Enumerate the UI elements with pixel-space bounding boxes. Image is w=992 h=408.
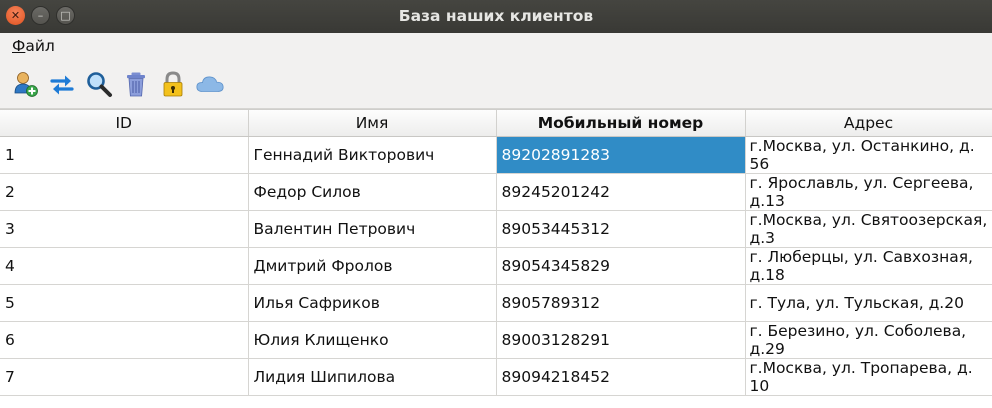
column-header-address[interactable]: Адрес — [745, 110, 992, 137]
cell-phone[interactable]: 89003128291 — [496, 321, 746, 359]
column-header-id[interactable]: ID — [0, 110, 249, 137]
cell-name[interactable]: Федор Силов — [248, 173, 497, 211]
add-client-button[interactable] — [10, 69, 40, 99]
toolbar — [0, 59, 992, 109]
cell-phone[interactable]: 89245201242 — [496, 173, 746, 211]
cell-id[interactable]: 6 — [0, 321, 249, 359]
cell-name[interactable]: Лидия Шипилова — [248, 358, 497, 396]
cell-address[interactable]: г. Люберцы, ул. Савхозная, д.18 — [745, 247, 992, 285]
cell-name[interactable]: Геннадий Викторович — [248, 136, 497, 174]
add-user-icon — [14, 71, 38, 97]
table-row: 6 Юлия Клищенко 89003128291 г. Березино,… — [0, 321, 992, 359]
table-row: 7 Лидия Шипилова 89094218452 г.Москва, у… — [0, 358, 992, 396]
lock-icon — [163, 70, 183, 96]
cell-id[interactable]: 7 — [0, 358, 249, 396]
cell-id[interactable]: 4 — [0, 247, 249, 285]
table-row: 5 Илья Сафриков 8905789312 г. Тула, ул. … — [0, 284, 992, 322]
search-button[interactable] — [84, 69, 114, 99]
cell-phone[interactable]: 8905789312 — [496, 284, 746, 322]
menu-file-label: айл — [25, 37, 55, 55]
cell-phone[interactable]: 89053445312 — [496, 210, 746, 248]
clients-table: ID Имя Мобильный номер Адрес 1 Геннадий … — [0, 110, 992, 396]
cell-id[interactable]: 5 — [0, 284, 249, 322]
window-title: База наших клиентов — [398, 7, 594, 25]
cell-address[interactable]: г.Москва, ул. Святоозерская, д.3 — [745, 210, 992, 248]
delete-button[interactable] — [121, 69, 151, 99]
cell-id[interactable]: 2 — [0, 173, 249, 211]
column-header-phone[interactable]: Мобильный номер — [496, 110, 746, 137]
cell-id[interactable]: 3 — [0, 210, 249, 248]
cell-address[interactable]: г.Москва, ул. Тропарева, д. 10 — [745, 358, 992, 396]
search-icon — [87, 71, 112, 97]
menu-file-mnemonic: Ф — [12, 37, 26, 55]
cell-name[interactable]: Дмитрий Фролов — [248, 247, 497, 285]
title-bar: ✕ – □ База наших клиентов — [0, 0, 992, 33]
refresh-icon — [50, 75, 74, 94]
table-row: 3 Валентин Петрович 89053445312 г.Москва… — [0, 210, 992, 248]
cell-phone[interactable]: 89054345829 — [496, 247, 746, 285]
column-header-name[interactable]: Имя — [248, 110, 497, 137]
cell-phone[interactable]: 89094218452 — [496, 358, 746, 396]
refresh-button[interactable] — [47, 69, 77, 99]
cloud-button[interactable] — [195, 69, 225, 99]
cell-id[interactable]: 1 — [0, 136, 249, 174]
table-header-row: ID Имя Мобильный номер Адрес — [0, 110, 992, 137]
table-row: 4 Дмитрий Фролов 89054345829 г. Люберцы,… — [0, 247, 992, 285]
cloud-icon — [196, 76, 224, 92]
trash-icon — [127, 72, 145, 96]
clients-table-container: ID Имя Мобильный номер Адрес 1 Геннадий … — [0, 109, 992, 408]
app-window: ✕ – □ База наших клиентов Файл ID Имя Мо… — [0, 0, 992, 408]
menu-file[interactable]: Файл — [12, 37, 55, 55]
cell-address[interactable]: г.Москва, ул. Останкино, д. 56 — [745, 136, 992, 174]
table-row: 2 Федор Силов 89245201242 г. Ярославль, … — [0, 173, 992, 211]
cell-name[interactable]: Илья Сафриков — [248, 284, 497, 322]
lock-button[interactable] — [158, 69, 188, 99]
cell-name[interactable]: Валентин Петрович — [248, 210, 497, 248]
cell-address[interactable]: г. Березино, ул. Соболева, д.29 — [745, 321, 992, 359]
table-row: 1 Геннадий Викторович 89202891283 г.Моск… — [0, 136, 992, 174]
cell-phone-selected[interactable]: 89202891283 — [496, 136, 746, 174]
cell-address[interactable]: г. Ярославль, ул. Сергеева, д.13 — [745, 173, 992, 211]
cell-name[interactable]: Юлия Клищенко — [248, 321, 497, 359]
menu-bar: Файл — [0, 33, 992, 59]
cell-address[interactable]: г. Тула, ул. Тульская, д.20 — [745, 284, 992, 322]
